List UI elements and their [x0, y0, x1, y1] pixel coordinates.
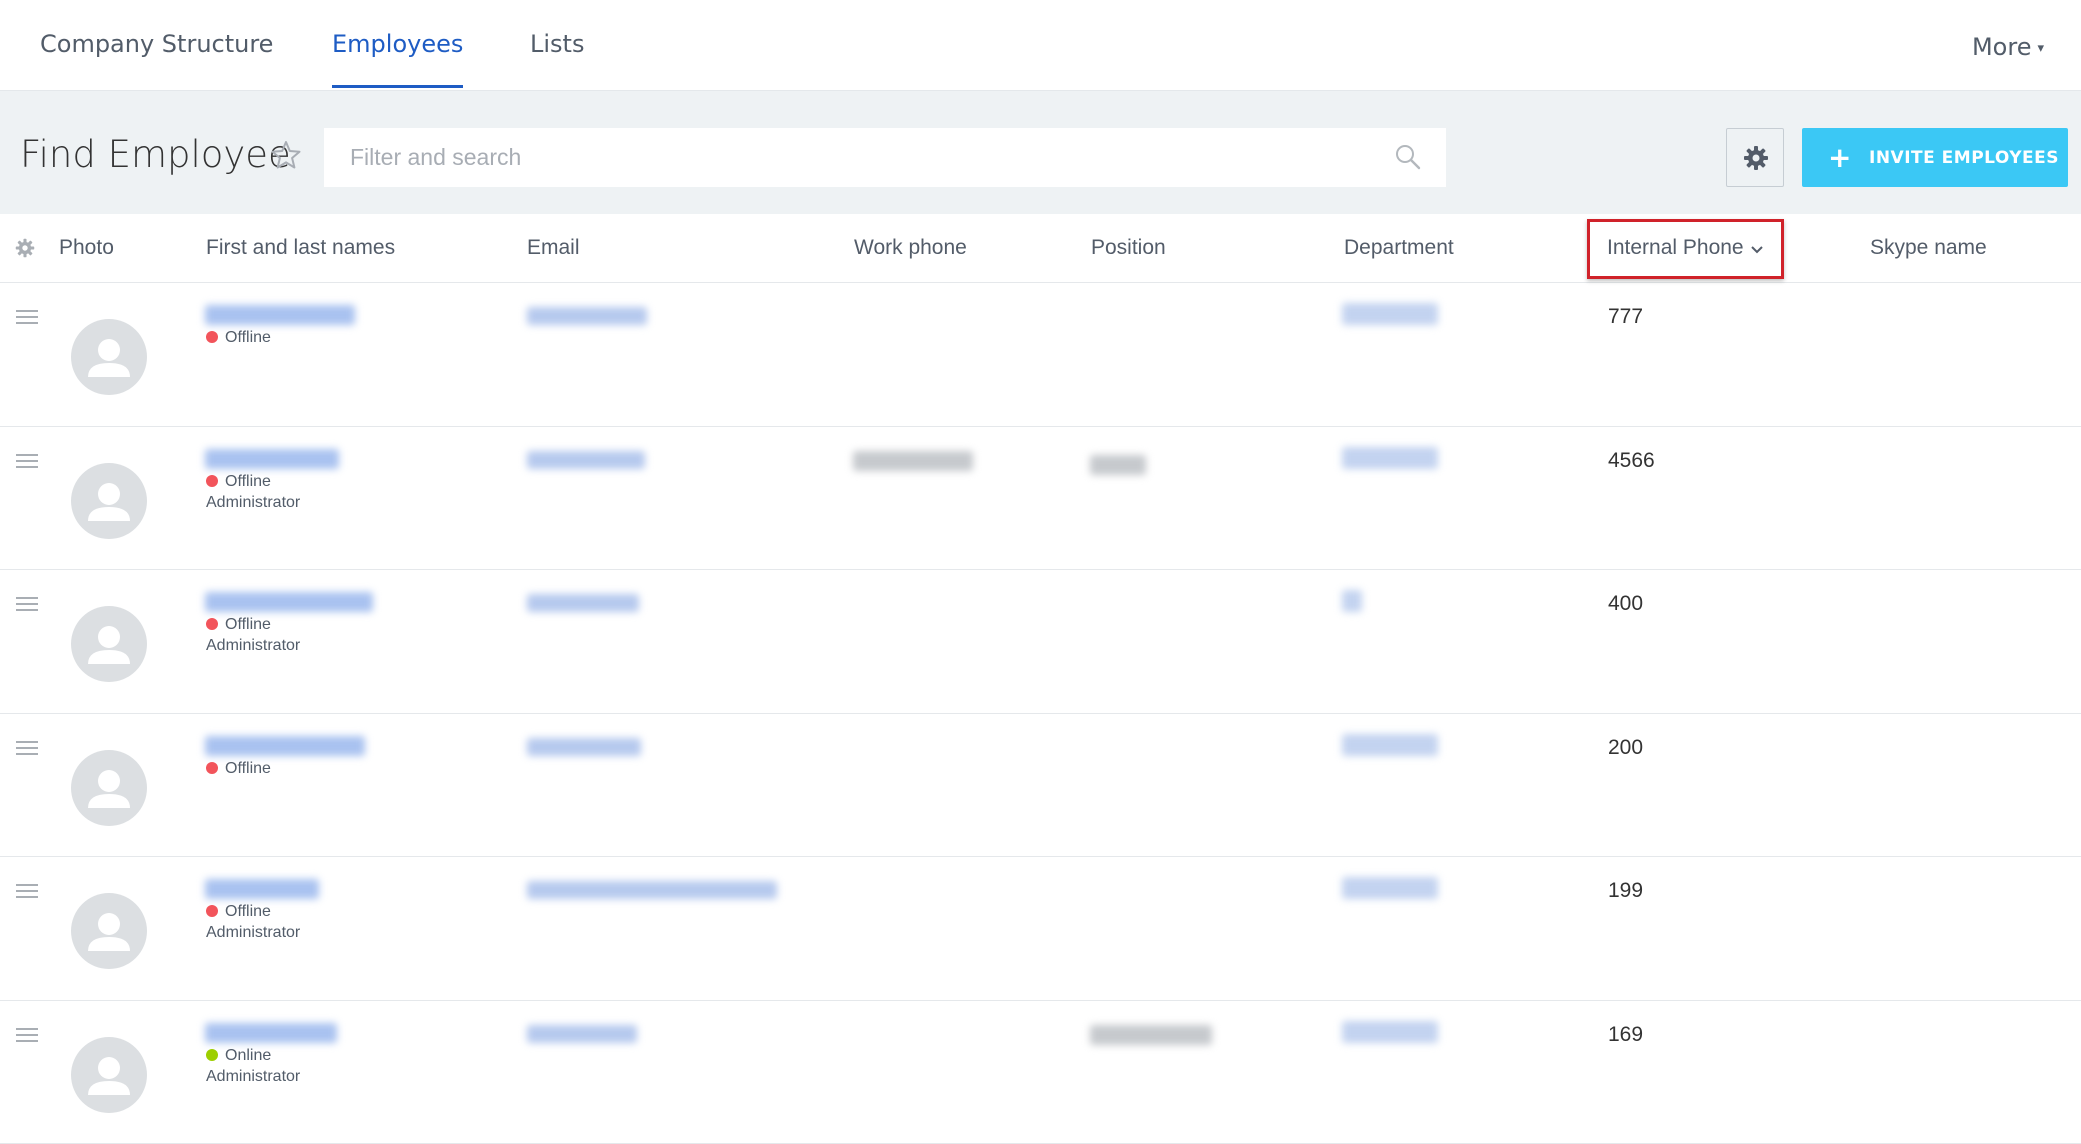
internal-phone-value: 169	[1608, 1023, 1643, 1047]
employee-name[interactable]	[205, 879, 319, 899]
column-names[interactable]: First and last names	[206, 236, 395, 260]
status-label: Online	[225, 1047, 271, 1064]
internal-phone-value: 199	[1608, 879, 1643, 903]
table-row[interactable]: Offline Administrator 400	[0, 570, 2081, 714]
settings-button[interactable]	[1726, 128, 1784, 187]
status-label: Offline	[225, 760, 271, 777]
drag-handle-icon[interactable]	[16, 741, 38, 759]
employee-department[interactable]	[1342, 303, 1438, 325]
drag-handle-icon[interactable]	[16, 454, 38, 472]
employee-department[interactable]	[1342, 447, 1438, 469]
employee-department[interactable]	[1342, 1021, 1438, 1043]
more-menu[interactable]: More ▾	[1972, 33, 2044, 61]
caret-down-icon: ▾	[2037, 41, 2044, 56]
internal-phone-value: 400	[1608, 592, 1643, 616]
column-work-phone[interactable]: Work phone	[854, 236, 967, 260]
employee-position	[1090, 1025, 1212, 1045]
status-badge: Offline	[206, 760, 271, 778]
gear-icon[interactable]	[15, 238, 35, 258]
status-dot-icon	[206, 475, 218, 487]
drag-handle-icon[interactable]	[16, 310, 38, 328]
employee-name[interactable]	[205, 592, 373, 612]
status-badge: Online	[206, 1047, 271, 1065]
status-badge: Offline	[206, 473, 271, 491]
tab-employees[interactable]: Employees	[332, 30, 463, 58]
employee-list: Offline 777 Offline Administrator 4566 O…	[0, 283, 2081, 1144]
user-avatar-icon[interactable]	[71, 606, 147, 682]
status-badge: Offline	[206, 329, 271, 347]
internal-phone-value: 777	[1608, 305, 1643, 329]
column-skype-name[interactable]: Skype name	[1870, 236, 1987, 260]
employee-email[interactable]	[527, 1025, 637, 1043]
user-avatar-icon[interactable]	[71, 319, 147, 395]
invite-employees-label: INVITE EMPLOYEES	[1869, 148, 2059, 168]
employee-email[interactable]	[527, 594, 639, 612]
role-label: Administrator	[206, 1068, 300, 1086]
status-dot-icon	[206, 331, 218, 343]
status-dot-icon	[206, 1049, 218, 1061]
tab-company-structure[interactable]: Company Structure	[40, 30, 273, 58]
employee-name[interactable]	[205, 736, 365, 756]
column-internal-phone-label: Internal Phone	[1607, 236, 1744, 260]
user-avatar-icon[interactable]	[71, 893, 147, 969]
column-internal-phone[interactable]: Internal Phone	[1587, 219, 1784, 279]
chevron-down-icon	[1750, 245, 1764, 255]
toolbar: Find Employee + INVITE	[0, 91, 2081, 214]
column-photo[interactable]: Photo	[59, 236, 114, 260]
drag-handle-icon[interactable]	[16, 1028, 38, 1046]
role-label: Administrator	[206, 494, 300, 512]
table-row[interactable]: Offline Administrator 199	[0, 857, 2081, 1001]
user-avatar-icon[interactable]	[71, 750, 147, 826]
internal-phone-value: 200	[1608, 736, 1643, 760]
status-label: Offline	[225, 616, 271, 633]
table-row[interactable]: Online Administrator 169	[0, 1001, 2081, 1144]
top-navigation: Company Structure Employees Lists More ▾	[0, 0, 2081, 91]
user-avatar-icon[interactable]	[71, 463, 147, 539]
page-title: Find Employee	[20, 133, 291, 176]
column-position[interactable]: Position	[1091, 236, 1166, 260]
search-input[interactable]	[324, 128, 1446, 187]
column-department[interactable]: Department	[1344, 236, 1454, 260]
employee-department[interactable]	[1342, 590, 1362, 612]
employee-email[interactable]	[527, 738, 641, 756]
search-box	[324, 128, 1446, 187]
employee-position	[1090, 455, 1146, 475]
search-icon[interactable]	[1394, 143, 1422, 171]
plus-icon: +	[1828, 141, 1852, 174]
tab-lists[interactable]: Lists	[530, 30, 584, 58]
employee-name[interactable]	[205, 1023, 337, 1043]
star-icon[interactable]	[270, 139, 302, 171]
employee-email[interactable]	[527, 451, 645, 469]
table-row[interactable]: Offline 777	[0, 283, 2081, 427]
employee-department[interactable]	[1342, 734, 1438, 756]
status-badge: Offline	[206, 616, 271, 634]
status-badge: Offline	[206, 903, 271, 921]
status-dot-icon	[206, 762, 218, 774]
drag-handle-icon[interactable]	[16, 884, 38, 902]
grid-header: Photo First and last names Email Work ph…	[0, 214, 2081, 283]
table-row[interactable]: Offline 200	[0, 714, 2081, 858]
role-label: Administrator	[206, 924, 300, 942]
employee-work-phone	[853, 451, 973, 471]
status-label: Offline	[225, 903, 271, 920]
employee-email[interactable]	[527, 307, 647, 325]
status-label: Offline	[225, 473, 271, 490]
table-row[interactable]: Offline Administrator 4566	[0, 427, 2081, 571]
status-label: Offline	[225, 329, 271, 346]
column-email[interactable]: Email	[527, 236, 580, 260]
employee-name[interactable]	[205, 305, 355, 325]
employee-name[interactable]	[205, 449, 339, 469]
status-dot-icon	[206, 618, 218, 630]
employee-department[interactable]	[1342, 877, 1438, 899]
internal-phone-value: 4566	[1608, 449, 1655, 473]
gear-icon	[1743, 145, 1769, 171]
status-dot-icon	[206, 905, 218, 917]
invite-employees-button[interactable]: + INVITE EMPLOYEES	[1802, 128, 2068, 187]
employee-email[interactable]	[527, 881, 777, 899]
drag-handle-icon[interactable]	[16, 597, 38, 615]
role-label: Administrator	[206, 637, 300, 655]
more-label: More	[1972, 33, 2032, 61]
user-avatar-icon[interactable]	[71, 1037, 147, 1113]
